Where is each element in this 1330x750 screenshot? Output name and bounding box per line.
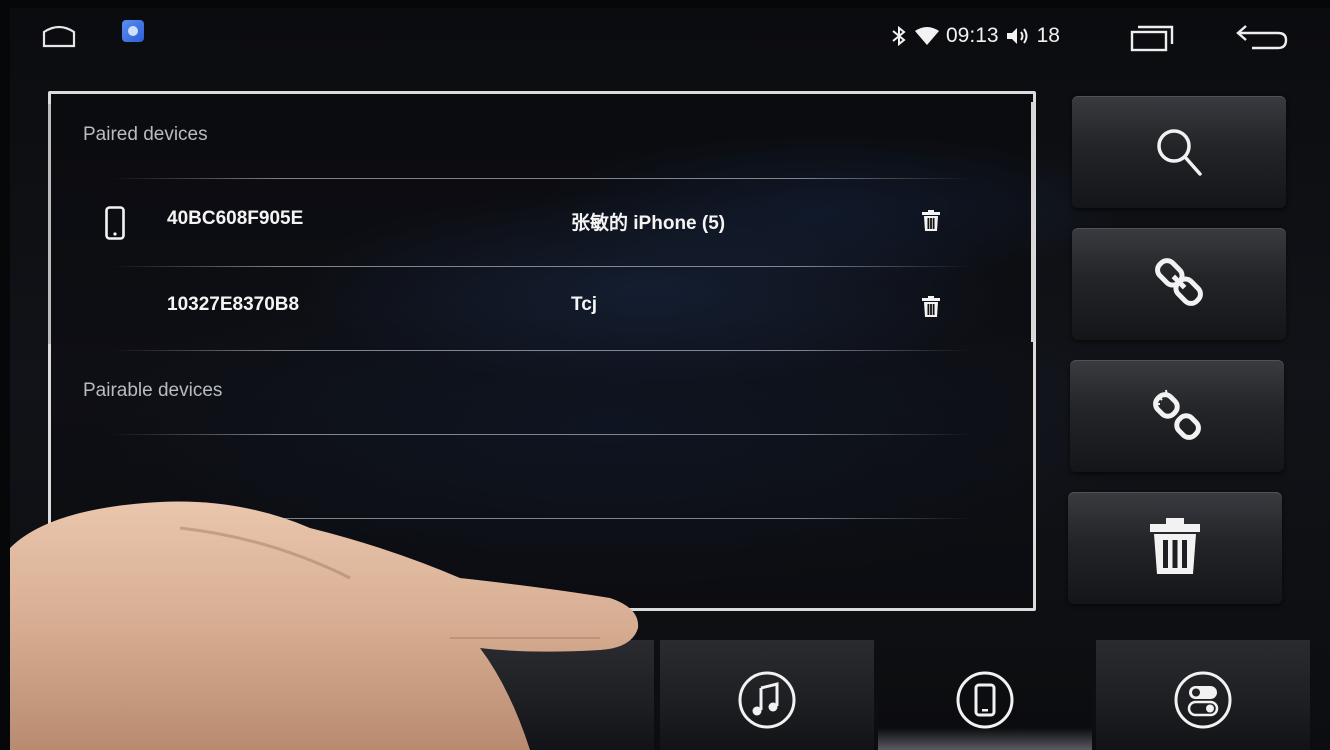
head-unit-screen: 09:13 18 Paired devices 40BC608F905E 张敏的…	[10, 8, 1330, 750]
status-bar: 09:13 18	[10, 8, 1330, 68]
search-devices-button[interactable]	[1072, 96, 1286, 208]
tab-music[interactable]	[660, 640, 874, 750]
unlink-icon	[1153, 389, 1201, 440]
paired-device-row[interactable]: 10327E8370B8 Tcj	[51, 270, 1033, 350]
phone-icon	[956, 671, 1014, 729]
device-address: 10327E8370B8	[167, 294, 300, 315]
tab-bt-home[interactable]	[440, 640, 654, 750]
connect-button[interactable]	[1072, 228, 1286, 340]
wifi-icon	[915, 27, 939, 45]
app-launcher-icon[interactable]	[122, 20, 144, 42]
trash-icon	[1150, 518, 1200, 574]
bluetooth-icon	[892, 25, 906, 47]
search-icon	[1157, 129, 1202, 176]
link-icon	[1155, 258, 1203, 306]
device-name: 张敏的 iPhone (5)	[571, 213, 726, 234]
clock: 09:13	[946, 24, 999, 47]
delete-device-icon[interactable]	[921, 296, 941, 318]
recent-apps-icon[interactable]	[1130, 24, 1174, 52]
tab-settings[interactable]	[1096, 640, 1310, 750]
divider	[111, 266, 971, 267]
paired-devices-title: Paired devices	[83, 124, 208, 145]
delete-all-button[interactable]	[1068, 492, 1282, 604]
phone-connected-icon	[105, 206, 125, 240]
divider	[111, 350, 971, 351]
pairable-devices-title: Pairable devices	[83, 380, 223, 401]
volume-level: 18	[1036, 24, 1060, 47]
divider	[111, 178, 971, 179]
device-name: Tcj	[571, 294, 598, 315]
device-list-panel: Paired devices 40BC608F905E 张敏的 iPhone (…	[48, 91, 1036, 611]
home-icon[interactable]	[42, 22, 76, 48]
tab-phone[interactable]	[878, 640, 1092, 750]
disconnect-button[interactable]	[1070, 360, 1284, 472]
toggle-settings-icon	[1174, 671, 1232, 729]
status-indicators: 09:13 18	[890, 20, 1060, 52]
music-icon	[738, 671, 796, 729]
divider	[111, 518, 971, 519]
device-address: 40BC608F905E	[167, 208, 304, 229]
volume-icon	[1006, 28, 1028, 44]
back-icon[interactable]	[1232, 22, 1290, 52]
divider	[111, 434, 971, 435]
delete-device-icon[interactable]	[921, 210, 941, 232]
paired-device-row[interactable]: 40BC608F905E 张敏的 iPhone (5)	[51, 184, 1033, 264]
